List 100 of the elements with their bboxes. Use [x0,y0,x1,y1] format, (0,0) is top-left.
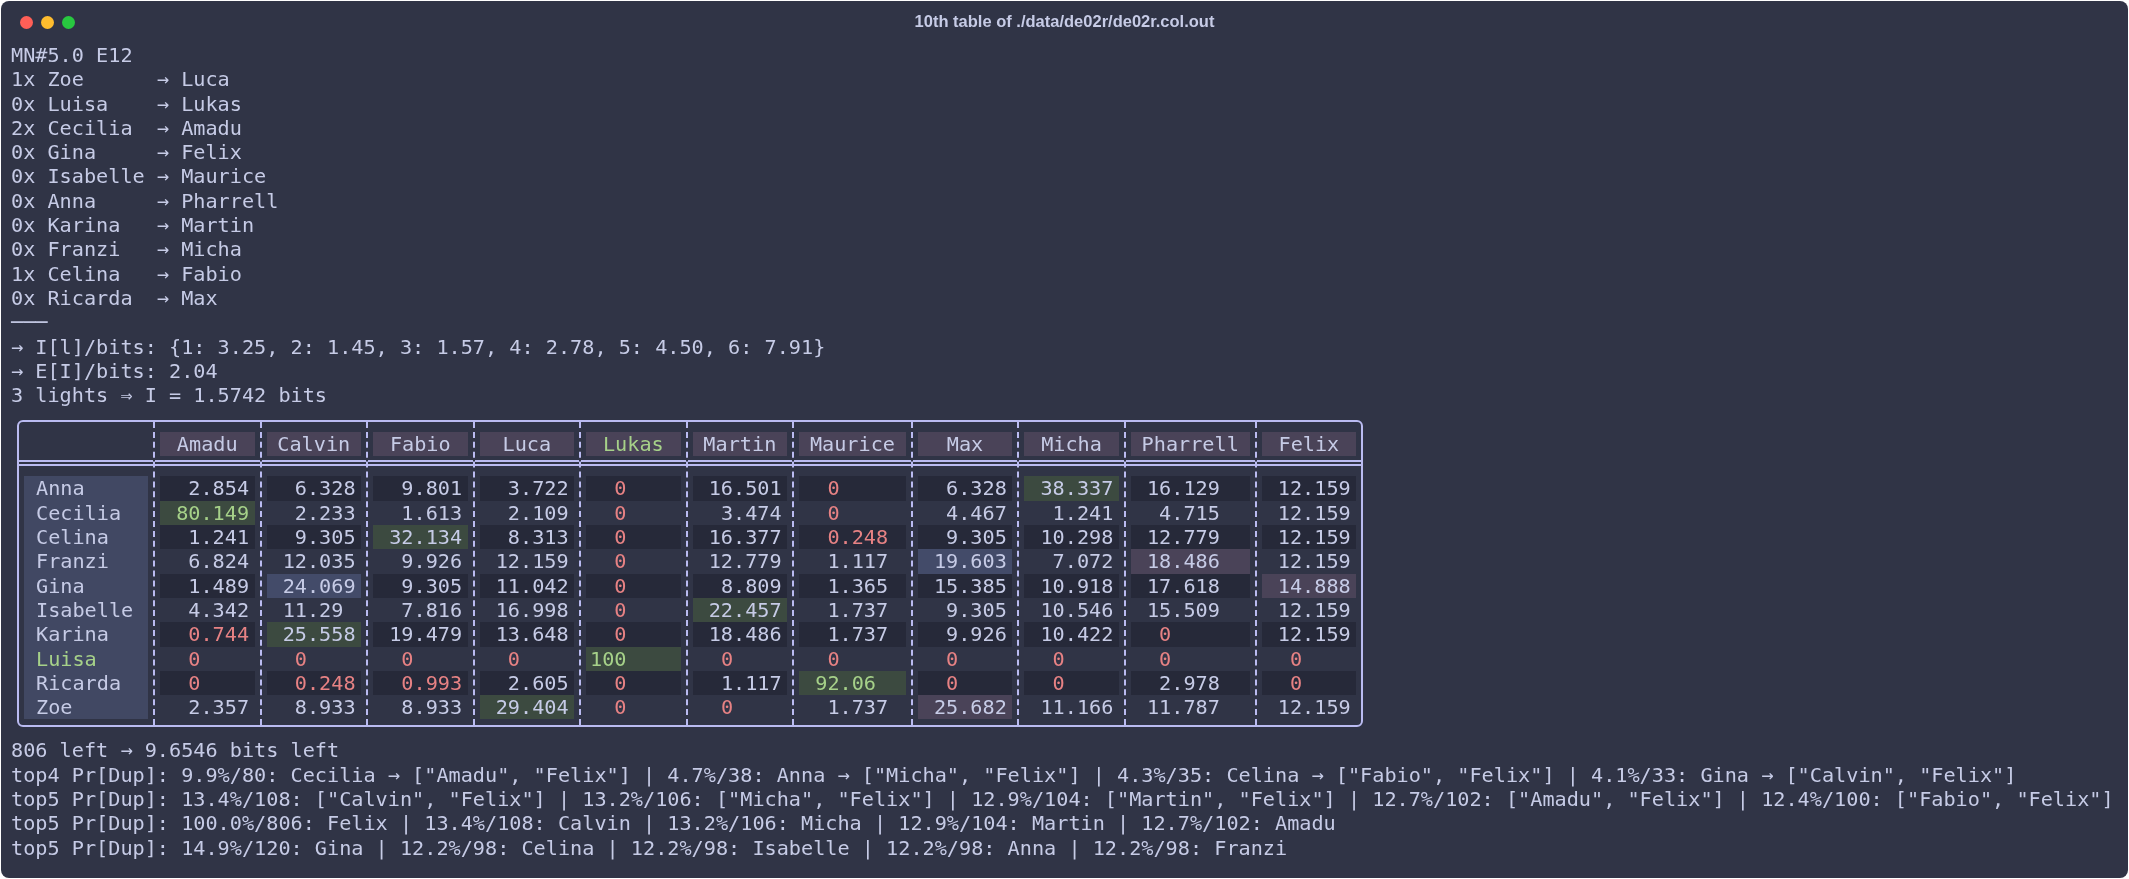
table-cell: 0 [586,525,681,550]
table-cell-text: 0 [1288,646,1304,671]
column-header: Amadu [160,432,255,457]
table-cell: 9.801 [373,476,468,501]
table-cell: 80.149 [160,500,255,526]
table-cell-text: 10.546 [1039,597,1115,623]
table-cell: 2.854 [160,476,255,501]
table-cell-text: 0 [613,597,628,623]
table-cell-text: 6.824 [187,549,251,574]
table-cell-text: 0 [613,695,628,720]
table-cell-text: 7.072 [1051,549,1115,574]
table-cell-text: 0 [613,549,628,574]
table-cell: 0 [1130,622,1250,647]
table-cell: 1.365 [799,573,906,598]
table-cell-text: 1.241 [1051,500,1115,526]
table-cell: 14.888 [1261,573,1357,598]
table-cell-text: 0 [506,646,521,671]
table-cell: 0.248 [799,525,906,550]
table-cell-text: 1.737 [826,597,890,623]
table-cell: 9.305 [373,573,468,598]
table-cell: 16.129 [1130,476,1250,501]
table-cell: 0 [586,670,681,696]
table-cell: 9.305 [266,525,362,550]
table-cell: 15.385 [917,573,1013,598]
table-cell: 1.117 [692,670,788,696]
column-header: Martin [692,432,788,457]
table-cell: 10.422 [1024,622,1119,647]
minimize-icon[interactable] [41,16,54,29]
table-cell: 16.501 [692,476,788,501]
window-title: 10th table of ./data/de02r/de02r.col.out [914,11,1215,31]
table-cell: 38.337 [1024,476,1119,501]
table-cell: 8.313 [479,525,575,550]
table-cell-text: 0 [1051,646,1066,671]
table-cell-text: 2.233 [293,500,357,526]
column-header: Calvin [266,432,362,457]
output-line: top4 Pr[Dup]: 9.9%/80: Cecilia → ["Amadu", "Felix"] | 4.7%/38: Anna → ["Micha", "Felix"] | 4.3%/35: Celina → ["Fabio", "Felix"] | 4.1%/33: Gina → ["Calvin", "Felix"] [11,762,2018,787]
output-line: top5 Pr[Dup]: 14.9%/120: Gina | 12.2%/98: Celina | 12.2%/98: Isabelle | 12.2%/98: Anna | 12.2%/98: Franzi [11,835,1289,860]
output-line: top5 Pr[Dup]: 100.0%/806: Felix | 13.4%/108: Calvin | 13.2%/106: Micha | 12.9%/104: Martin | 12.7%/102: Amadu [11,811,1337,836]
table-cell: 12.159 [1261,525,1357,550]
table-cell: 0 [917,670,1013,696]
output-line: 0x Karina → Martin [11,213,256,238]
close-icon[interactable] [20,16,33,29]
output-line: 1x Zoe → Luca [11,67,231,92]
table-cell: 9.305 [917,525,1013,550]
row-label: Ricarda [36,670,123,696]
table-cell: 0 [799,476,906,501]
table-cell: 2.978 [1130,670,1250,696]
maximize-icon[interactable] [62,16,75,29]
table-cell: 25.558 [266,622,362,647]
table-cell-text: 0 [826,500,841,526]
column-header: Felix [1261,432,1357,457]
table-cell: 13.648 [479,622,575,647]
table-cell-text: 2.109 [506,500,570,526]
row-label: Zoe [36,695,74,720]
table-cell-text: 4.715 [1158,500,1221,526]
row-label: Gina [36,573,86,598]
column-header: Luca [479,432,575,457]
row-label: Karina [36,622,110,647]
table-cell-text: 0 [293,646,308,671]
table-cell-text: 12.159 [494,549,570,574]
table-cell-text: 12.159 [1276,549,1352,574]
table-cell: 25.682 [917,695,1013,720]
table-cell: 12.159 [1261,476,1357,501]
table-cell-text: 4.467 [945,500,1008,526]
output-line: → I[l]/bits: {1: 3.25, 2: 1.45, 3: 1.57, 4: 2.78, 5: 4.50, 6: 7.91} [11,334,827,359]
table-cell-text: 3.474 [719,500,783,526]
table-cell: 17.618 [1130,573,1250,598]
table-cell-text: 15.509 [1145,597,1221,623]
table-cell-text: 0 [1158,646,1173,671]
table-cell-text: 0 [613,500,628,526]
table-cell-text: 12.159 [1276,695,1352,720]
output-line: 0x Anna → Pharrell [11,188,280,214]
table-cell: 0 [1261,670,1357,696]
table-cell: 12.779 [1130,525,1250,550]
table-cell: 18.486 [692,622,788,647]
table-cell: 0.248 [266,670,362,696]
column-header: Maurice [799,432,906,457]
table-cell-text: 11.787 [1145,695,1221,720]
output-line: → E[I]/bits: 2.04 [11,358,219,384]
table-cell: 6.328 [917,476,1013,501]
table-cell: 8.809 [692,573,788,598]
output-line: ─── [11,310,49,335]
table-cell: 1.241 [160,525,255,550]
table-cell-text: 1.737 [826,695,890,720]
table-cell-text: 0 [400,646,415,671]
table-cell-text: 9.926 [400,549,464,574]
table-cell: 2.605 [479,670,575,696]
table-cell: 0 [586,573,681,598]
output-line: 1x Celina → Fabio [11,261,243,286]
table-cell: 1.489 [160,573,255,598]
table-cell: 0.993 [373,670,468,696]
table-cell-text: 8.933 [400,695,464,720]
table-cell-text: 12.779 [707,549,783,574]
table-cell: 10.918 [1024,573,1119,598]
table-cell-text: 7.816 [400,597,464,623]
column-header: Micha [1024,432,1119,457]
output-line: MN#5.0 E12 [11,43,134,68]
table-cell: 100 [586,646,681,671]
output-line: 0x Franzi → Micha [11,237,243,262]
output-line: top5 Pr[Dup]: 13.4%/108: ["Calvin", "Felix"] | 13.2%/106: ["Micha", "Felix"] | 12.9%/104: ["Martin", "Felix"] | 12.7%/102: ["Amadu", "Felix"] | 12.4%/100: ["Fabio", "Felix"] [11,787,2115,812]
